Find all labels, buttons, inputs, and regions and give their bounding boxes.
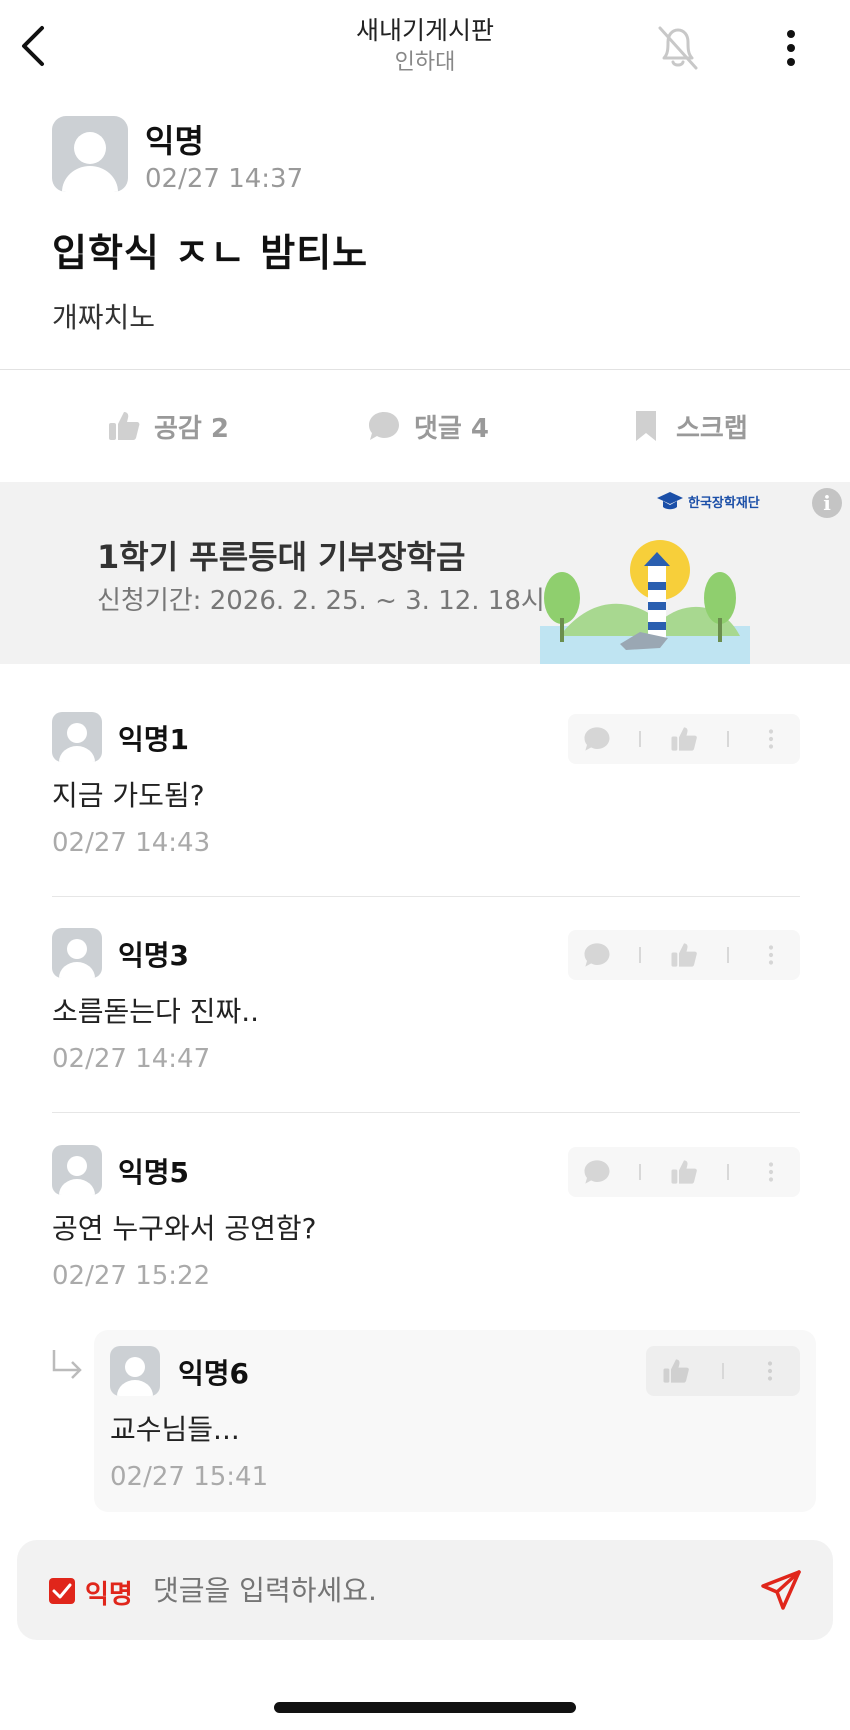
graduation-cap-icon: [657, 492, 683, 510]
divider: [52, 1112, 800, 1113]
post-body: 개짜치노: [52, 301, 156, 334]
comment-toolbar: [568, 930, 800, 980]
reply-author: 익명6: [178, 1357, 250, 1390]
banner-subtitle: 신청기간: 2026. 2. 25. ~ 3. 12. 18시: [97, 586, 545, 616]
bookmark-icon: [636, 411, 656, 441]
school-name: 인하대: [394, 50, 456, 75]
comment-text: 공연 누구와서 공연함?: [52, 1212, 317, 1245]
speech-bubble-icon: [369, 412, 399, 440]
reply-arrow-icon: [52, 1350, 82, 1379]
more-vertical-icon[interactable]: [756, 1157, 786, 1187]
comment-author: 익명1: [118, 723, 190, 756]
home-indicator: [274, 1702, 576, 1713]
more-vertical-icon[interactable]: [756, 724, 786, 754]
scrap-button[interactable]: 스크랩: [628, 372, 748, 480]
comment-timestamp: 02/27 15:22: [52, 1261, 211, 1291]
more-vertical-icon[interactable]: [755, 1356, 785, 1386]
separator: [721, 1363, 724, 1379]
avatar: [52, 1145, 102, 1195]
scholarship-banner[interactable]: 한국장학재단 i 1학기 푸른등대 기부장학금 신청기간: 2026. 2. 2…: [0, 482, 850, 664]
like-count-label: 공감 2: [154, 413, 229, 444]
comment-count-label: 댓글 4: [414, 413, 489, 444]
post-title: 입학식 ㅈㄴ 밤티노: [52, 231, 369, 275]
thumbs-up-icon[interactable]: [669, 724, 699, 754]
divider: [52, 896, 800, 897]
separator: [639, 947, 642, 963]
separator: [726, 947, 729, 963]
scrap-label: 스크랩: [676, 413, 748, 444]
divider: [0, 369, 850, 370]
comment-timestamp: 02/27 14:43: [52, 828, 211, 858]
board-title-group: 새내기게시판 인하대: [0, 14, 850, 78]
separator: [726, 1164, 729, 1180]
thumbs-up-icon[interactable]: [669, 940, 699, 970]
more-vertical-icon: [787, 30, 795, 66]
comment-timestamp: 02/27 14:47: [52, 1044, 211, 1074]
avatar: [110, 1346, 160, 1396]
lighthouse-illustration: [540, 540, 750, 664]
comment-composer: 익명: [17, 1540, 833, 1640]
post-timestamp: 02/27 14:37: [145, 164, 304, 194]
comment-item: 익명1 지금 가도됨? 02/27 14:43: [52, 712, 800, 862]
reply-toolbar: [646, 1346, 800, 1396]
reply-text: 교수님들...: [110, 1413, 240, 1446]
post-action-bar: 공감 2 댓글 4 스크랩: [0, 372, 850, 480]
more-options-button[interactable]: [770, 24, 812, 72]
reply-icon[interactable]: [582, 1157, 612, 1187]
anonymous-label[interactable]: 익명: [85, 1574, 133, 1611]
reply-icon[interactable]: [582, 940, 612, 970]
post-author-avatar: [52, 116, 128, 192]
more-vertical-icon[interactable]: [756, 940, 786, 970]
comment-author: 익명3: [118, 939, 190, 972]
kosaf-logo: 한국장학재단: [656, 488, 760, 514]
ad-info-icon[interactable]: i: [812, 488, 842, 518]
checkmark-icon: [52, 1583, 72, 1599]
comment-toolbar: [568, 714, 800, 764]
separator: [639, 731, 642, 747]
comment-text: 소름돋는다 진짜..: [52, 995, 260, 1028]
comment-button[interactable]: 댓글 4: [366, 372, 489, 480]
comment-text: 지금 가도됨?: [52, 779, 205, 812]
app-header: 새내기게시판 인하대: [0, 0, 850, 92]
notification-toggle-button[interactable]: [650, 20, 706, 76]
anonymous-checkbox[interactable]: [49, 1578, 75, 1604]
thumbs-up-icon: [109, 412, 140, 440]
send-icon: [761, 1570, 801, 1610]
separator: [639, 1164, 642, 1180]
comment-toolbar: [568, 1147, 800, 1197]
comment-input[interactable]: [153, 1570, 713, 1610]
comment-item: 익명5 공연 누구와서 공연함? 02/27 15:22: [52, 1145, 800, 1295]
thumbs-up-icon[interactable]: [661, 1356, 691, 1386]
logo-text: 한국장학재단: [688, 495, 760, 511]
post-author-name: 익명: [145, 122, 204, 160]
bell-off-icon: [658, 26, 698, 70]
avatar: [52, 712, 102, 762]
comment-item: 익명3 소름돋는다 진짜.. 02/27 14:47: [52, 928, 800, 1078]
avatar: [52, 928, 102, 978]
avatar: [52, 116, 128, 192]
banner-title: 1학기 푸른등대 기부장학금: [97, 538, 466, 576]
comment-author: 익명5: [118, 1156, 190, 1189]
reply-item: 익명6 교수님들... 02/27 15:41: [94, 1330, 816, 1512]
reply-timestamp: 02/27 15:41: [110, 1462, 269, 1492]
separator: [726, 731, 729, 747]
like-button[interactable]: 공감 2: [106, 372, 229, 480]
reply-icon[interactable]: [582, 724, 612, 754]
thumbs-up-icon[interactable]: [669, 1157, 699, 1187]
send-button[interactable]: [757, 1566, 805, 1614]
board-title: 새내기게시판: [355, 16, 494, 45]
